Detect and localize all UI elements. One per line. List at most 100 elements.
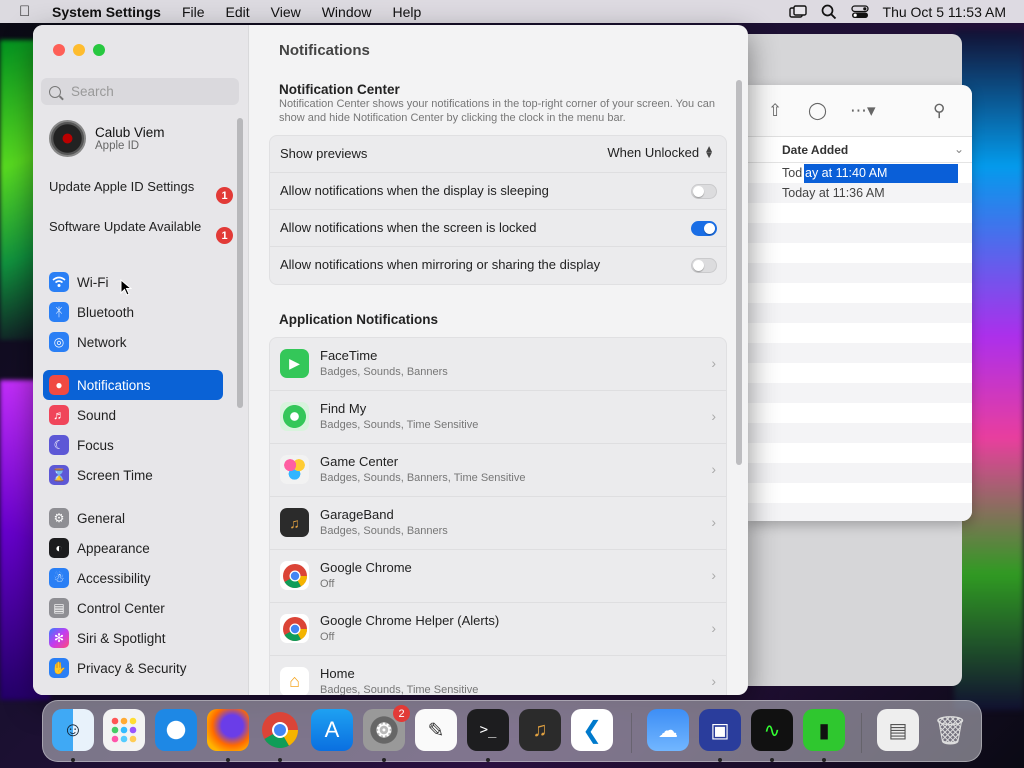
sidebar-item-notifications[interactable]: ● Notifications xyxy=(43,370,223,400)
finder-row[interactable]: Today at 11:36 AM xyxy=(748,183,972,203)
search-icon[interactable]: ⚲ xyxy=(933,101,945,121)
terminal-dock-icon[interactable]: >_ xyxy=(467,709,509,751)
menu-app-name[interactable]: System Settings xyxy=(52,4,161,20)
app-row-facetime[interactable]: ▶ FaceTime Badges, Sounds, Banners › xyxy=(270,338,726,391)
search-input[interactable] xyxy=(71,84,231,99)
chevron-right-icon: › xyxy=(711,567,716,583)
spotlight-search-icon[interactable] xyxy=(821,4,837,20)
minimize-button[interactable] xyxy=(73,44,85,56)
mirroring-toggle[interactable] xyxy=(691,258,717,273)
apple-id-account[interactable]: Calub Viem Apple ID xyxy=(49,120,165,157)
finder-row xyxy=(748,223,972,243)
fullscreen-button[interactable] xyxy=(93,44,105,56)
tag-icon[interactable]: ◯ xyxy=(808,101,827,121)
launchpad-dock-icon[interactable] xyxy=(103,709,145,751)
screen-sharing-dock-icon[interactable]: ▣ xyxy=(699,709,741,751)
wifi-icon xyxy=(49,272,69,292)
sidebar-item-wifi[interactable]: Wi-Fi xyxy=(43,267,223,297)
finder-row xyxy=(748,203,972,223)
app-row-home[interactable]: ⌂ Home Badges, Sounds, Time Sensitive › xyxy=(270,656,726,695)
app-row-find-my[interactable]: Find My Badges, Sounds, Time Sensitive › xyxy=(270,391,726,444)
green-app-dock-icon[interactable]: ▮ xyxy=(803,709,845,751)
update-apple-id-settings-item[interactable]: Update Apple ID Settings 1 xyxy=(49,179,233,204)
dock-separator xyxy=(861,713,862,753)
sidebar-item-bluetooth[interactable]: ᛡ Bluetooth xyxy=(43,297,223,327)
weather-dock-icon[interactable]: ☁ xyxy=(647,709,689,751)
search-field[interactable] xyxy=(41,78,239,105)
speaker-icon: ♬ xyxy=(49,405,69,425)
sidebar-scrollbar[interactable] xyxy=(237,118,243,408)
trash-icon[interactable]: 🗑 xyxy=(929,709,971,751)
bluetooth-icon: ᛡ xyxy=(49,302,69,322)
sidebar-item-accessibility[interactable]: ☃ Accessibility xyxy=(43,563,223,593)
menu-window[interactable]: Window xyxy=(322,4,372,20)
more-actions-icon[interactable]: ⋯▾ xyxy=(850,101,876,121)
share-icon[interactable]: ⇧ xyxy=(768,101,782,121)
app-store-dock-icon[interactable]: A xyxy=(311,709,353,751)
textedit-dock-icon[interactable]: ✎ xyxy=(415,709,457,751)
finder-window[interactable]: ⇧ ◯ ⋯▾ ⚲ Date Added ⌄ Tod ay at 11:40 AM… xyxy=(748,85,972,521)
toggle-row: Allow notifications when mirroring or sh… xyxy=(270,247,726,284)
app-row-google-chrome[interactable]: Google Chrome Off › xyxy=(270,550,726,603)
control-center-icon[interactable] xyxy=(850,4,869,19)
show-previews-select[interactable]: When Unlocked ▲ ▼ xyxy=(607,144,714,160)
menu-help[interactable]: Help xyxy=(393,4,422,20)
notification-center-heading: Notification Center xyxy=(279,82,400,97)
sidebar-item-focus[interactable]: ☾ Focus xyxy=(43,430,223,460)
software-update-item[interactable]: Software Update Available 1 xyxy=(49,219,233,244)
finder-row[interactable]: Tod ay at 11:40 AM xyxy=(748,163,972,183)
sidebar-item-sound[interactable]: ♬ Sound xyxy=(43,400,223,430)
finder-dock-icon[interactable]: ☺ xyxy=(52,709,94,751)
garageband-icon: ♫ xyxy=(280,508,309,537)
safari-dock-icon[interactable]: ➤ xyxy=(155,709,197,751)
globe-icon: ◎ xyxy=(49,332,69,352)
garageband-dock-icon[interactable]: ♫ xyxy=(519,709,561,751)
sidebar: Calub Viem Apple ID Update Apple ID Sett… xyxy=(33,25,249,695)
finder-row xyxy=(748,403,972,423)
toggle-row: Allow notifications when the display is … xyxy=(270,173,726,210)
close-button[interactable] xyxy=(53,44,65,56)
sidebar-item-control-center[interactable]: ▤ Control Center xyxy=(43,593,223,623)
app-row-google-chrome-helper[interactable]: Google Chrome Helper (Alerts) Off › xyxy=(270,603,726,656)
dock: ☺ ➤ A ⚙ 2 ✎ >_ ♫ ❮ ☁ ▣ ∿ ▮ ▤ 🗑 xyxy=(42,700,982,762)
activity-monitor-dock-icon[interactable]: ∿ xyxy=(751,709,793,751)
avatar xyxy=(49,120,86,157)
menu-clock[interactable]: Thu Oct 5 11:53 AM xyxy=(883,4,1006,20)
finder-toolbar: ⇧ ◯ ⋯▾ ⚲ xyxy=(748,85,972,137)
menu-view[interactable]: View xyxy=(271,4,301,20)
content-pane: Notifications Notification Center Notifi… xyxy=(249,25,748,695)
sidebar-item-siri-spotlight[interactable]: ✻ Siri & Spotlight xyxy=(43,623,223,653)
running-indicator xyxy=(71,758,75,762)
vscode-dock-icon[interactable]: ❮ xyxy=(571,709,613,751)
finder-row xyxy=(748,343,972,363)
notification-settings-group: Show previews When Unlocked ▲ ▼ Allow not… xyxy=(269,135,727,285)
search-icon xyxy=(49,85,61,98)
sidebar-item-screen-time[interactable]: ⌛ Screen Time xyxy=(43,460,223,490)
menu-edit[interactable]: Edit xyxy=(226,4,250,20)
app-row-garageband[interactable]: ♫ GarageBand Badges, Sounds, Banners › xyxy=(270,497,726,550)
finder-row xyxy=(748,243,972,263)
screen-mirroring-icon[interactable] xyxy=(788,4,807,19)
chevron-right-icon: › xyxy=(711,673,716,689)
hourglass-icon: ⌛ xyxy=(49,465,69,485)
sidebar-item-general[interactable]: ⚙ General xyxy=(43,503,223,533)
chevron-down-icon: ⌄ xyxy=(953,142,964,156)
apple-menu-icon[interactable]:  xyxy=(19,3,35,20)
date-added-column-header[interactable]: Date Added ⌄ xyxy=(748,137,972,163)
sidebar-item-network[interactable]: ◎ Network xyxy=(43,327,223,357)
finder-row xyxy=(748,383,972,403)
application-notifications-heading: Application Notifications xyxy=(279,312,439,327)
chrome-icon xyxy=(280,561,309,590)
app-row-game-center[interactable]: Game Center Badges, Sounds, Banners, Tim… xyxy=(270,444,726,497)
chrome-dock-icon[interactable] xyxy=(259,709,301,751)
downloads-stack-icon[interactable]: ▤ xyxy=(877,709,919,751)
firefox-dock-icon[interactable] xyxy=(207,709,249,751)
toggle-row: Allow notifications when the screen is l… xyxy=(270,210,726,247)
screen-locked-toggle[interactable] xyxy=(691,221,717,236)
sidebar-item-privacy-security[interactable]: ✋ Privacy & Security xyxy=(43,653,223,683)
content-scrollbar[interactable] xyxy=(736,80,742,465)
display-sleeping-toggle[interactable] xyxy=(691,184,717,199)
sidebar-item-appearance[interactable]: ◐ Appearance xyxy=(43,533,223,563)
settings-badge: 2 xyxy=(393,705,410,722)
menu-file[interactable]: File xyxy=(182,4,205,20)
